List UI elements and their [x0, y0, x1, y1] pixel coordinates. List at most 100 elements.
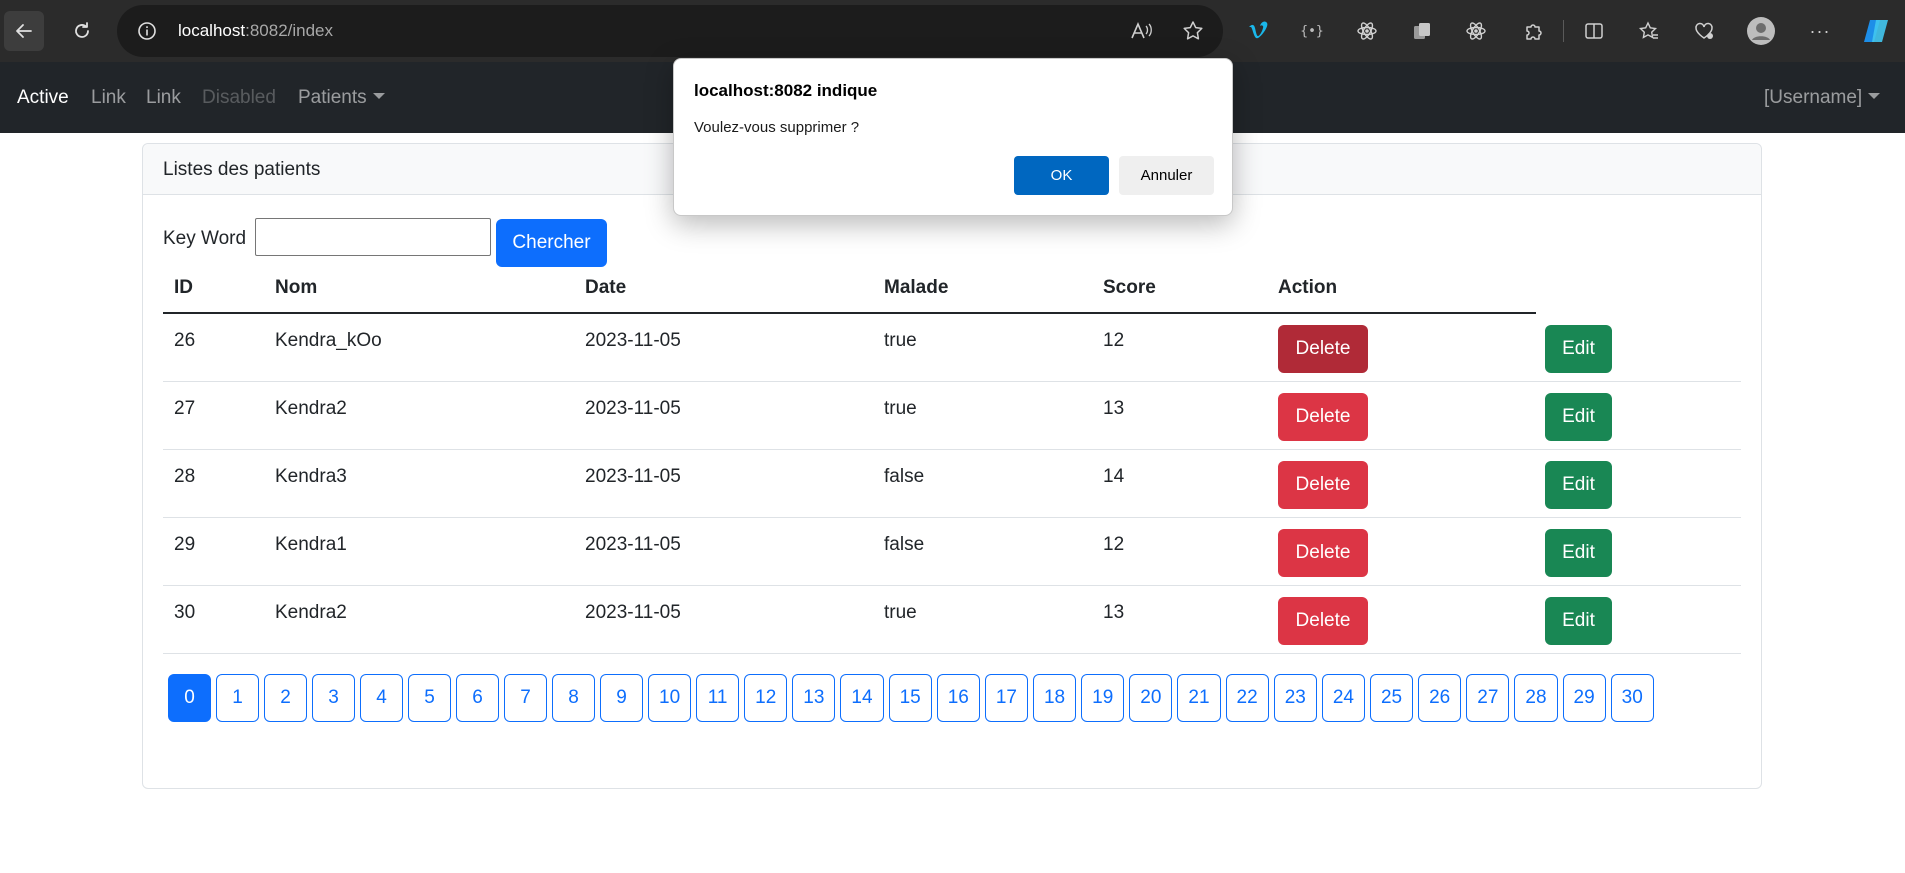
page-button[interactable]: 11: [696, 674, 740, 722]
nav-link-1[interactable]: Link: [91, 87, 126, 109]
copy-extension-icon[interactable]: [1408, 17, 1436, 45]
cell-id: 30: [174, 602, 196, 623]
nav-active[interactable]: Active: [17, 87, 69, 109]
table-row: 28 Kendra3 2023-11-05 false 14 Delete Ed…: [163, 450, 1761, 518]
page-button[interactable]: 25: [1369, 674, 1414, 722]
cell-malade: true: [884, 330, 917, 351]
read-aloud-icon[interactable]: [1129, 20, 1153, 47]
edit-button[interactable]: Edit: [1545, 325, 1612, 373]
page-button[interactable]: 5: [408, 674, 451, 722]
dialog-ok-button[interactable]: OK: [1014, 156, 1109, 195]
browser-toolbar: localhost:8082/index {•} ···: [0, 0, 1905, 62]
page-button[interactable]: 23: [1273, 674, 1317, 722]
url-path: :8082/index: [245, 21, 334, 40]
site-info-icon[interactable]: [137, 21, 157, 46]
col-header-malade: Malade: [884, 277, 949, 298]
nav-link-2[interactable]: Link: [146, 87, 181, 109]
address-bar[interactable]: localhost:8082/index: [117, 5, 1223, 57]
edit-button[interactable]: Edit: [1545, 529, 1612, 577]
page-button[interactable]: 10: [648, 674, 692, 722]
profile-avatar-icon[interactable]: [1747, 17, 1775, 45]
page-button[interactable]: 6: [456, 674, 499, 722]
cell-nom: Kendra1: [275, 534, 347, 555]
favorites-icon[interactable]: [1635, 17, 1663, 45]
nav-patients-label: Patients: [298, 87, 367, 108]
page-button[interactable]: 18: [1032, 674, 1077, 722]
more-options-icon[interactable]: ···: [1806, 17, 1834, 45]
col-header-nom: Nom: [275, 277, 318, 298]
browser-essentials-icon[interactable]: [1690, 17, 1718, 45]
delete-button[interactable]: Delete: [1278, 461, 1368, 509]
table-row: 30 Kendra2 2023-11-05 true 13 Delete Edi…: [163, 586, 1761, 654]
page-button[interactable]: 12: [744, 674, 788, 722]
dialog-cancel-button[interactable]: Annuler: [1119, 156, 1214, 195]
page-button[interactable]: 17: [984, 674, 1028, 722]
row-divider: [163, 653, 1741, 654]
favorite-star-icon[interactable]: [1181, 19, 1205, 48]
chevron-down-icon: [1868, 93, 1881, 99]
page-button[interactable]: 1: [216, 674, 259, 722]
page-button[interactable]: 22: [1225, 674, 1269, 722]
user-dropdown[interactable]: [Username]: [1764, 87, 1881, 109]
keyword-input[interactable]: [255, 218, 491, 256]
page-button[interactable]: 13: [792, 674, 836, 722]
page-button[interactable]: 2: [264, 674, 307, 722]
react-extension-icon[interactable]: [1462, 17, 1490, 45]
delete-button[interactable]: Delete: [1278, 597, 1368, 645]
page-button[interactable]: 28: [1514, 674, 1558, 722]
page-button-active[interactable]: 0: [168, 674, 211, 722]
page-button[interactable]: 21: [1177, 674, 1221, 722]
edit-button[interactable]: Edit: [1545, 393, 1612, 441]
cell-score: 13: [1103, 602, 1125, 623]
delete-button[interactable]: Delete: [1278, 393, 1368, 441]
col-header-score: Score: [1103, 277, 1156, 298]
page-button[interactable]: 16: [936, 674, 980, 722]
edit-button[interactable]: Edit: [1545, 461, 1612, 509]
arrow-left-icon: [16, 24, 32, 38]
cell-id: 28: [174, 466, 196, 487]
table-row: 26 Kendra_kOo 2023-11-05 true 12 Delete …: [163, 314, 1761, 382]
cell-id: 26: [174, 330, 196, 351]
page-button[interactable]: 15: [888, 674, 932, 722]
react-devtools-icon[interactable]: [1353, 17, 1381, 45]
url-text[interactable]: localhost:8082/index: [178, 21, 333, 41]
cell-date: 2023-11-05: [585, 398, 681, 419]
delete-button[interactable]: Delete: [1278, 325, 1368, 373]
extensions-puzzle-icon[interactable]: [1519, 17, 1547, 45]
cell-score: 12: [1103, 534, 1125, 555]
card-title: Listes des patients: [163, 159, 321, 180]
delete-button[interactable]: Delete: [1278, 529, 1368, 577]
pagination: 0 1 2 3 4 5 6 7 8 9 10 11 12 13 14 15 16…: [168, 674, 1728, 722]
page-button[interactable]: 30: [1610, 674, 1654, 722]
page-button[interactable]: 8: [552, 674, 595, 722]
page-button[interactable]: 4: [360, 674, 403, 722]
cell-date: 2023-11-05: [585, 466, 681, 487]
page-button[interactable]: 9: [600, 674, 643, 722]
vimeo-extension-icon[interactable]: [1244, 17, 1272, 45]
dialog-message: Voulez-vous supprimer ?: [694, 119, 860, 136]
page-button[interactable]: 14: [840, 674, 884, 722]
page-button[interactable]: 27: [1466, 674, 1510, 722]
page-button[interactable]: 7: [504, 674, 547, 722]
col-header-date: Date: [585, 277, 627, 298]
page-button[interactable]: 29: [1562, 674, 1606, 722]
reload-button[interactable]: [62, 11, 102, 51]
page-button[interactable]: 20: [1129, 674, 1173, 722]
back-button[interactable]: [4, 11, 44, 51]
split-screen-icon[interactable]: [1580, 17, 1608, 45]
search-button[interactable]: Chercher: [496, 219, 607, 267]
cell-score: 14: [1103, 466, 1125, 487]
nav-patients-dropdown[interactable]: Patients: [298, 87, 385, 109]
page-button[interactable]: 3: [312, 674, 355, 722]
cell-date: 2023-11-05: [585, 534, 681, 555]
confirm-dialog: localhost:8082 indique Voulez-vous suppr…: [673, 58, 1233, 216]
copilot-icon[interactable]: [1862, 17, 1890, 45]
username-label: [Username]: [1764, 87, 1863, 108]
extension-braces-icon[interactable]: {•}: [1298, 17, 1326, 45]
page-button[interactable]: 26: [1418, 674, 1462, 722]
edit-button[interactable]: Edit: [1545, 597, 1612, 645]
page-button[interactable]: 24: [1321, 674, 1365, 722]
page-button[interactable]: 19: [1081, 674, 1125, 722]
cell-malade: true: [884, 602, 917, 623]
cell-malade: false: [884, 466, 925, 487]
